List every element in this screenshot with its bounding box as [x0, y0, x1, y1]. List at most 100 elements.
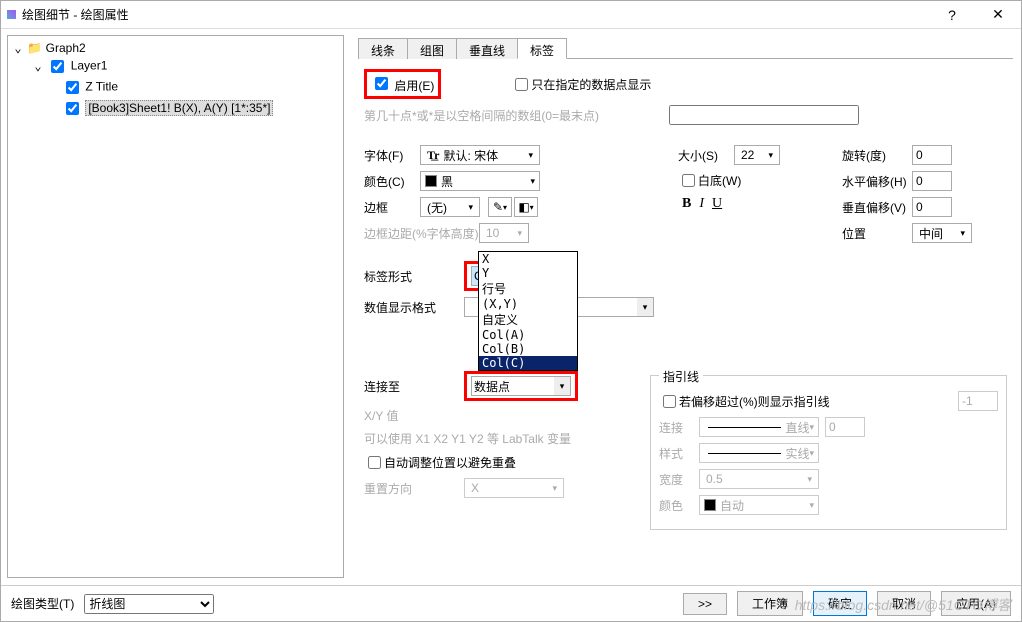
tab-bar: 线条 组图 垂直线 标签 [358, 37, 1013, 59]
voff-label: 垂直偏移(V) [842, 199, 912, 216]
dropdown-option-selected[interactable]: Col(C) [479, 356, 577, 370]
highlight-connect: 数据点 ▾ [464, 371, 578, 401]
dropdown-option[interactable]: 行号 [479, 280, 577, 297]
leader-style-select: 实线▾ [699, 443, 819, 463]
pen-tool-button[interactable]: ✎▾ [488, 197, 512, 217]
tree-checkbox-ztitle[interactable] [66, 81, 79, 94]
reset-dir-label: 重置方向 [364, 480, 464, 497]
pen-icon: ✎ [493, 200, 503, 214]
cancel-button[interactable]: 取消 [877, 591, 931, 616]
tree-checkbox-layer[interactable] [51, 60, 64, 73]
auto-adjust-checkbox[interactable] [368, 456, 381, 469]
close-button[interactable]: ✕ [975, 1, 1021, 29]
more-button[interactable]: >> [683, 593, 727, 615]
tree-expander[interactable]: ⌄ [12, 41, 24, 55]
fill-tool-button[interactable]: ◧▾ [514, 197, 538, 217]
tree-layer[interactable]: Layer1 [71, 59, 108, 73]
color-select[interactable]: 黑 ▾ [420, 171, 540, 191]
xy-value-label: X/Y 值 [364, 407, 398, 424]
pos-select[interactable]: 中间 ▾ [912, 223, 972, 243]
hoff-label: 水平偏移(H) [842, 173, 912, 190]
dropdown-option[interactable]: 自定义 [479, 311, 577, 328]
leader-color-select: 自动 ▾ [699, 495, 819, 515]
leader-connect-label: 连接 [659, 419, 699, 436]
hoff-input[interactable] [912, 171, 952, 191]
label-form-label: 标签形式 [364, 268, 464, 285]
apply-button[interactable]: 应用(A) [941, 591, 1011, 616]
color-label: 颜色(C) [364, 173, 420, 190]
tree-dataset[interactable]: [Book3]Sheet1! B(X), A(Y) [1*:35*] [85, 100, 273, 116]
labtalk-hint: 可以使用 X1 X2 Y1 Y2 等 LabTalk 变量 [364, 430, 571, 447]
app-icon [7, 10, 16, 19]
color-swatch [425, 175, 437, 187]
titlebar: 绘图细节 - 绘图属性 ? ✕ [1, 1, 1021, 29]
bucket-icon: ◧ [518, 200, 529, 214]
connect-to-label: 连接至 [364, 378, 464, 395]
leader-show-checkbox[interactable] [663, 395, 676, 408]
dropdown-option[interactable]: X [479, 252, 577, 266]
rotate-label: 旋转(度) [842, 147, 912, 164]
only-at-points-checkbox[interactable] [515, 78, 528, 91]
dropdown-option[interactable]: (X,Y) [479, 297, 577, 311]
tab-group[interactable]: 组图 [407, 38, 457, 59]
connect-to-select[interactable]: 数据点 ▾ [471, 376, 571, 396]
points-hint: 第几十点*或*是以空格间隔的数组(0=最末点) [364, 107, 599, 124]
enable-label: 启用(E) [394, 79, 434, 93]
leader-color-label: 颜色 [659, 497, 699, 514]
leader-width-label: 宽度 [659, 471, 699, 488]
tree-ztitle[interactable]: Z Title [85, 80, 118, 94]
dialog-window: 绘图细节 - 绘图属性 ? ✕ ⌄ 📁 Graph2 ⌄ Layer1 Z Ti… [0, 0, 1022, 622]
reset-dir-select: X ▾ [464, 478, 564, 498]
tree-panel: ⌄ 📁 Graph2 ⌄ Layer1 Z Title [Book3]Sheet… [7, 35, 344, 578]
italic-button[interactable]: I [699, 196, 704, 212]
auto-adjust-label: 自动调整位置以避免重叠 [384, 454, 516, 471]
border-margin-select: 10 ▾ [479, 223, 529, 243]
help-button[interactable]: ? [929, 1, 975, 29]
ok-button[interactable]: 确定 [813, 591, 867, 616]
font-label: 字体(F) [364, 147, 420, 164]
label-form-dropdown[interactable]: X Y 行号 (X,Y) 自定义 Col(A) Col(B) Col(C) [478, 251, 578, 371]
enable-checkbox[interactable] [375, 77, 388, 90]
bold-button[interactable]: B [682, 196, 691, 212]
border-label: 边框 [364, 199, 420, 216]
white-bg-checkbox[interactable] [682, 174, 695, 187]
dropdown-option[interactable]: Y [479, 266, 577, 280]
white-bg-label: 白底(W) [698, 172, 741, 189]
plot-type-select[interactable]: 折线图 [84, 594, 214, 614]
tree-expander[interactable]: ⌄ [32, 59, 44, 73]
workbook-button[interactable]: 工作簿 [737, 591, 803, 616]
leader-connect-n [825, 417, 865, 437]
properties-panel: 线条 组图 垂直线 标签 启用(E) 只在指定的数据点显示 第几十点*或 [350, 29, 1021, 584]
voff-input[interactable] [912, 197, 952, 217]
dropdown-option[interactable]: Col(A) [479, 328, 577, 342]
dropdown-option[interactable]: Col(B) [479, 342, 577, 356]
tree-graph[interactable]: Graph2 [46, 41, 86, 55]
tab-dropline[interactable]: 垂直线 [456, 38, 518, 59]
tree-checkbox-dataset[interactable] [66, 102, 79, 115]
leader-width-select: 0.5 ▾ [699, 469, 819, 489]
only-at-points-label: 只在指定的数据点显示 [531, 76, 651, 93]
highlight-enable: 启用(E) [364, 69, 441, 99]
font-select[interactable]: T͟r 默认: 宋体 ▾ [420, 145, 540, 165]
tab-line[interactable]: 线条 [358, 38, 408, 59]
text-style-group: B I U [678, 196, 838, 212]
points-input[interactable] [669, 105, 859, 125]
rotate-input[interactable] [912, 145, 952, 165]
pos-label: 位置 [842, 225, 912, 242]
folder-icon: 📁 [27, 41, 42, 55]
leader-title: 指引线 [659, 368, 703, 385]
border-margin-label: 边框边距(%字体高度) [364, 225, 479, 242]
window-title: 绘图细节 - 绘图属性 [22, 6, 129, 23]
border-select[interactable]: (无) ▾ [420, 197, 480, 217]
leader-connect-select: 直线▾ [699, 417, 819, 437]
leader-show-label: 若偏移超过(%)则显示指引线 [679, 393, 830, 410]
leader-threshold-input [958, 391, 998, 411]
size-select[interactable]: 22 ▾ [734, 145, 780, 165]
underline-button[interactable]: U [712, 196, 722, 212]
size-label: 大小(S) [678, 147, 734, 164]
tab-label[interactable]: 标签 [517, 38, 567, 59]
font-t-icon: T͟r [427, 148, 439, 163]
footer: 绘图类型(T) 折线图 >> 工作簿 确定 取消 应用(A) [1, 585, 1021, 621]
leader-style-label: 样式 [659, 445, 699, 462]
leader-line-group: 指引线 若偏移超过(%)则显示指引线 连接 直线▾ [650, 375, 1007, 530]
